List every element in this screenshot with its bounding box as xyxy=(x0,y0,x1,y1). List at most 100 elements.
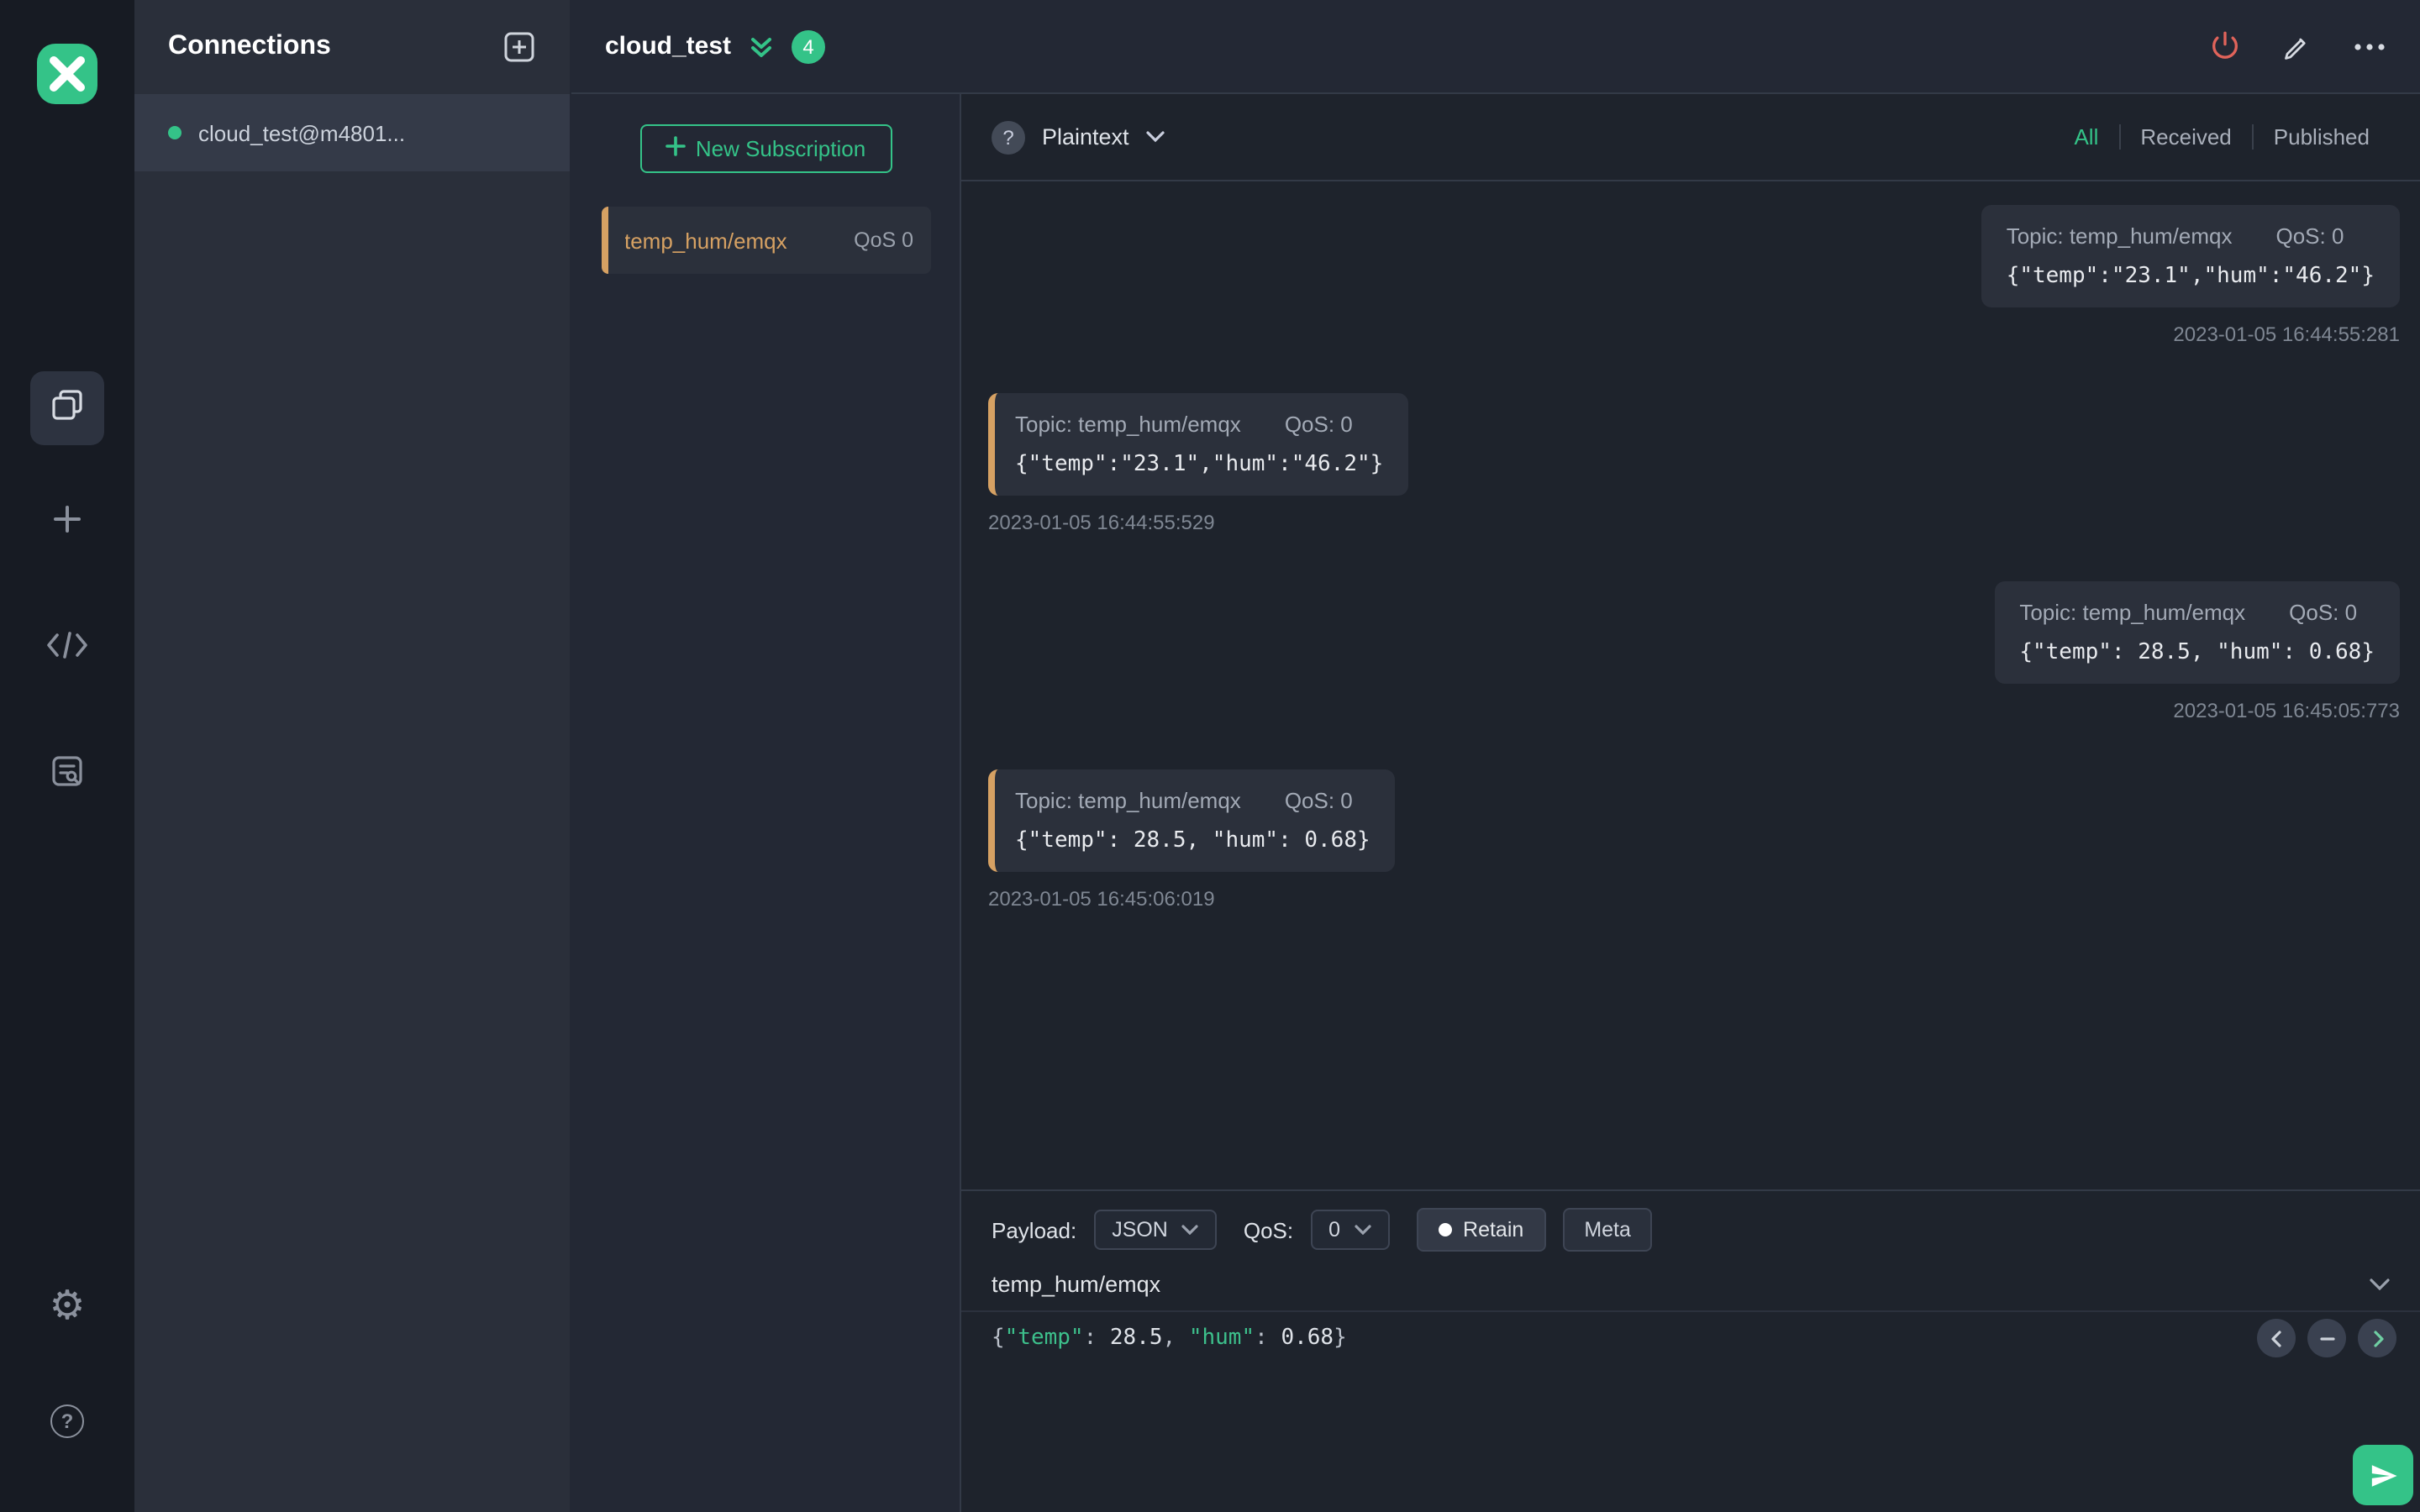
history-navigation xyxy=(2257,1319,2396,1357)
chevron-down-icon[interactable] xyxy=(1145,131,1165,143)
history-clear-button[interactable] xyxy=(2307,1319,2346,1357)
filter-received[interactable]: Received xyxy=(2118,124,2251,150)
connections-title: Connections xyxy=(168,32,331,60)
connection-list-item[interactable]: cloud_test@m4801... xyxy=(134,94,570,171)
more-options-button[interactable] xyxy=(2353,41,2386,51)
message-timestamp: 2023-01-05 16:45:05:773 xyxy=(2173,699,2400,722)
message-payload: {"temp":"23.1","hum":"46.2"} xyxy=(2006,264,2375,289)
new-connection-button[interactable] xyxy=(502,30,536,64)
connection-name: cloud_test@m4801... xyxy=(198,120,406,145)
payload-format-value: JSON xyxy=(1112,1218,1168,1242)
message-payload: {"temp":"23.1","hum":"46.2"} xyxy=(1015,452,1384,477)
new-subscription-button[interactable]: New Subscription xyxy=(639,124,892,173)
editor-token: 28.5 xyxy=(1109,1326,1163,1351)
minus-icon xyxy=(2319,1336,2334,1340)
editor-token: 0.68 xyxy=(1281,1326,1334,1351)
retain-toggle[interactable]: Retain xyxy=(1416,1208,1546,1252)
arrow-right-icon xyxy=(2373,1330,2383,1347)
message-timestamp: 2023-01-05 16:44:55:281 xyxy=(2173,323,2400,346)
code-icon xyxy=(45,630,89,669)
rail-help-button[interactable]: ? xyxy=(50,1404,84,1438)
message-timestamp: 2023-01-05 16:45:06:019 xyxy=(988,887,1215,911)
editor-token: , xyxy=(1162,1326,1189,1351)
double-chevron-down-icon xyxy=(751,37,772,56)
history-next-button[interactable] xyxy=(2358,1319,2396,1357)
connections-panel: Connections cloud_test@m4801... xyxy=(134,0,571,1512)
editor-token: { xyxy=(992,1326,1005,1351)
connection-header: cloud_test 4 xyxy=(571,0,2420,94)
payload-editor[interactable]: {"temp": 28.5, "hum": 0.68} xyxy=(961,1312,2420,1512)
message-card[interactable]: Topic: temp_hum/emqx QoS: 0 {"temp":"23.… xyxy=(988,393,1409,496)
message-payload: {"temp": 28.5, "hum": 0.68} xyxy=(2019,640,2375,665)
chevron-down-icon xyxy=(1354,1225,1370,1235)
connected-status-dot xyxy=(168,126,182,139)
topic-value: temp_hum/emqx xyxy=(992,1272,1161,1297)
subscription-color-bar xyxy=(601,207,608,274)
message-pane: ? Plaintext All Received Published Topic… xyxy=(961,94,2420,1512)
message-filters: All Received Published xyxy=(2054,124,2390,150)
main-area: cloud_test 4 New Subscription temp_hum/e… xyxy=(571,0,2420,1512)
qos-value: 0 xyxy=(1328,1218,1341,1242)
send-button[interactable] xyxy=(2353,1445,2413,1505)
history-prev-button[interactable] xyxy=(2257,1319,2296,1357)
subscription-item[interactable]: temp_hum/emqx QoS 0 xyxy=(601,207,930,274)
filter-published[interactable]: Published xyxy=(2251,124,2390,150)
message-received[interactable]: Topic: temp_hum/emqx QoS: 0 {"temp":"23.… xyxy=(988,393,1409,534)
editor-token: "temp" xyxy=(1004,1326,1084,1351)
disconnect-button[interactable] xyxy=(2208,29,2242,63)
retain-dot-icon xyxy=(1438,1223,1452,1236)
message-card[interactable]: Topic: temp_hum/emqx QoS: 0 {"temp":"23.… xyxy=(1981,205,2400,307)
rail-new-connection-button[interactable] xyxy=(49,501,86,546)
chevron-down-icon xyxy=(1181,1225,1198,1235)
rail-connections-button[interactable] xyxy=(30,371,104,445)
meta-button[interactable]: Meta xyxy=(1562,1208,1653,1252)
message-list[interactable]: Topic: temp_hum/emqx QoS: 0 {"temp":"23.… xyxy=(961,181,2420,1189)
plus-square-icon xyxy=(504,32,534,62)
message-format-select[interactable]: Plaintext xyxy=(1042,124,1129,150)
message-qos: QoS: 0 xyxy=(2289,600,2358,625)
plus-icon xyxy=(666,136,686,161)
message-published[interactable]: Topic: temp_hum/emqx QoS: 0 {"temp": 28.… xyxy=(1994,581,2400,722)
gear-icon: ⚙ xyxy=(49,1284,86,1329)
message-received[interactable]: Topic: temp_hum/emqx QoS: 0 {"temp": 28.… xyxy=(988,769,1396,911)
chevron-down-icon xyxy=(2370,1278,2390,1290)
log-icon xyxy=(49,753,86,798)
rail-log-button[interactable] xyxy=(49,753,86,798)
message-payload: {"temp": 28.5, "hum": 0.68} xyxy=(1015,828,1370,853)
qos-select[interactable]: 0 xyxy=(1310,1210,1390,1250)
edit-connection-button[interactable] xyxy=(2282,31,2312,61)
message-qos: QoS: 0 xyxy=(1284,412,1353,437)
editor-token: "hum" xyxy=(1188,1326,1255,1351)
left-rail: ⚙ ? xyxy=(0,0,134,1512)
collapse-subscriptions-button[interactable] xyxy=(748,33,775,60)
editor-token: : xyxy=(1083,1326,1110,1351)
message-topic: Topic: temp_hum/emqx xyxy=(1015,412,1241,437)
new-subscription-label: New Subscription xyxy=(695,136,866,161)
subscription-topic: temp_hum/emqx xyxy=(624,228,787,253)
filter-all[interactable]: All xyxy=(2054,124,2118,150)
rail-script-button[interactable] xyxy=(45,630,89,669)
rail-settings-button[interactable]: ⚙ xyxy=(49,1284,86,1329)
message-topic: Topic: temp_hum/emqx xyxy=(1015,788,1241,813)
message-qos: QoS: 0 xyxy=(2275,223,2344,249)
subscriptions-column: New Subscription temp_hum/emqx QoS 0 xyxy=(571,94,961,1512)
help-icon: ? xyxy=(50,1404,84,1438)
subscription-count-badge: 4 xyxy=(792,29,826,63)
connection-title: cloud_test xyxy=(605,32,732,60)
power-icon xyxy=(2212,30,2238,58)
retain-label: Retain xyxy=(1463,1218,1524,1242)
payload-format-select[interactable]: JSON xyxy=(1093,1210,1217,1250)
editor-token: } xyxy=(1334,1326,1347,1351)
message-published[interactable]: Topic: temp_hum/emqx QoS: 0 {"temp":"23.… xyxy=(1981,205,2400,346)
mqttx-logo xyxy=(34,40,101,116)
publish-options: Payload: JSON QoS: 0 Retain Meta xyxy=(961,1191,2420,1262)
pencil-icon xyxy=(2285,37,2306,59)
connections-header: Connections xyxy=(134,0,570,94)
subscription-qos: QoS 0 xyxy=(854,228,913,252)
editor-token: : xyxy=(1255,1326,1281,1351)
topic-input[interactable]: temp_hum/emqx xyxy=(961,1262,2420,1312)
message-card[interactable]: Topic: temp_hum/emqx QoS: 0 {"temp": 28.… xyxy=(988,769,1396,872)
payload-help-icon[interactable]: ? xyxy=(992,120,1025,154)
message-card[interactable]: Topic: temp_hum/emqx QoS: 0 {"temp": 28.… xyxy=(1994,581,2400,684)
arrow-left-icon xyxy=(2270,1330,2281,1347)
